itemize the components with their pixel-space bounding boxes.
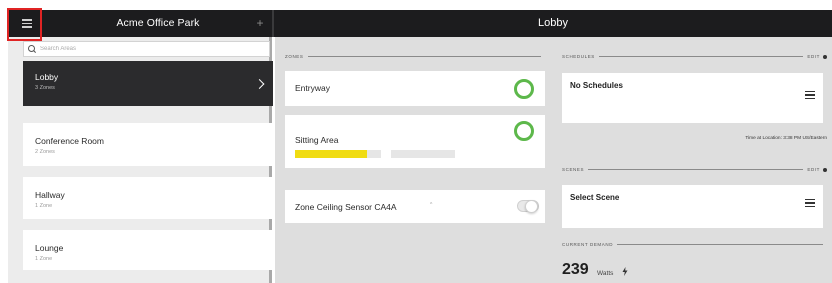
zones-section-header: Zones <box>285 54 545 59</box>
site-title: Acme Office Park <box>116 17 200 29</box>
list-icon[interactable] <box>805 199 815 207</box>
sidebar-item-lounge[interactable]: Lounge 1 Zone <box>23 230 273 270</box>
zone-label: Entryway <box>295 83 330 93</box>
sidebar-item-sublabel: 2 Zones <box>35 149 55 155</box>
zone-level-slider[interactable] <box>295 150 455 158</box>
search-input[interactable] <box>40 46 260 52</box>
schedules-card-title: No Schedules <box>570 81 623 90</box>
section-divider <box>617 244 823 245</box>
demand-section-header: Current Demand <box>562 242 827 247</box>
zones-header-label: Zones <box>285 54 304 59</box>
caret-up-icon: ^ <box>430 202 433 208</box>
sidebar-item-sublabel: 1 Zone <box>35 203 53 209</box>
zone-card-entryway[interactable]: Entryway <box>285 71 545 106</box>
sidebar-item-sublabel: 1 Zone <box>35 256 53 262</box>
location-time: Time at Location: 3:38 PM US/Eastern <box>745 136 827 141</box>
sidebar-item-label: Conference Room <box>35 136 104 146</box>
scenes-edit-button[interactable]: Edit <box>807 167 820 172</box>
search-box[interactable] <box>23 41 270 57</box>
dot-icon <box>823 167 827 172</box>
sidebar-item-label: Lounge <box>35 243 64 253</box>
zone-on-indicator-icon[interactable] <box>514 121 534 141</box>
zone-label: Sitting Area <box>295 135 339 145</box>
scenes-header-label: Scenes <box>562 167 585 172</box>
demand-unit: Watts <box>597 270 614 277</box>
section-divider <box>307 56 541 57</box>
section-divider <box>588 169 804 170</box>
main-panel: Zones Entryway Sitting Area Zone Ceiling… <box>275 37 832 283</box>
scenes-card-title: Select Scene <box>570 193 620 202</box>
dot-icon <box>823 54 827 59</box>
toggle-knob <box>525 200 538 213</box>
zone-label: Zone Ceiling Sensor CA4A <box>295 202 397 212</box>
demand-value: 239 <box>562 261 589 278</box>
schedules-edit-button[interactable]: Edit <box>807 54 820 59</box>
zone-card-ceiling-sensor[interactable]: Zone Ceiling Sensor CA4A ^ <box>285 190 545 223</box>
page-title: Lobby <box>538 17 568 29</box>
sidebar-item-lobby[interactable]: Lobby 3 Zones <box>23 61 273 106</box>
zone-toggle[interactable] <box>517 200 539 213</box>
list-icon[interactable] <box>805 91 815 99</box>
slider-gap <box>381 150 391 158</box>
search-icon <box>28 44 37 54</box>
scenes-section-header: Scenes Edit <box>562 167 827 172</box>
sidebar-item-hallway[interactable]: Hallway 1 Zone <box>23 177 273 219</box>
demand-header-label: Current Demand <box>562 242 614 247</box>
zone-level-fill <box>295 150 367 158</box>
top-bar: Acme Office Park + Lobby <box>8 10 832 37</box>
schedules-card[interactable]: No Schedules <box>562 73 823 123</box>
section-divider <box>598 56 804 57</box>
zone-on-indicator-icon[interactable] <box>514 79 534 99</box>
sidebar-item-label: Lobby <box>35 72 59 82</box>
bolt-icon <box>622 267 628 278</box>
sidebar: Lobby 3 Zones Conference Room 2 Zones Ha… <box>8 37 273 283</box>
sidebar-item-sublabel: 3 Zones <box>35 85 55 91</box>
scenes-card[interactable]: Select Scene <box>562 185 823 228</box>
sidebar-item-conference-room[interactable]: Conference Room 2 Zones <box>23 123 273 166</box>
add-area-button[interactable]: + <box>252 10 268 37</box>
menu-button-highlight <box>7 8 42 41</box>
schedules-section-header: Schedules Edit <box>562 54 827 59</box>
sidebar-item-label: Hallway <box>35 190 65 200</box>
zone-card-sitting-area[interactable]: Sitting Area <box>285 115 545 168</box>
schedules-header-label: Schedules <box>562 54 595 59</box>
